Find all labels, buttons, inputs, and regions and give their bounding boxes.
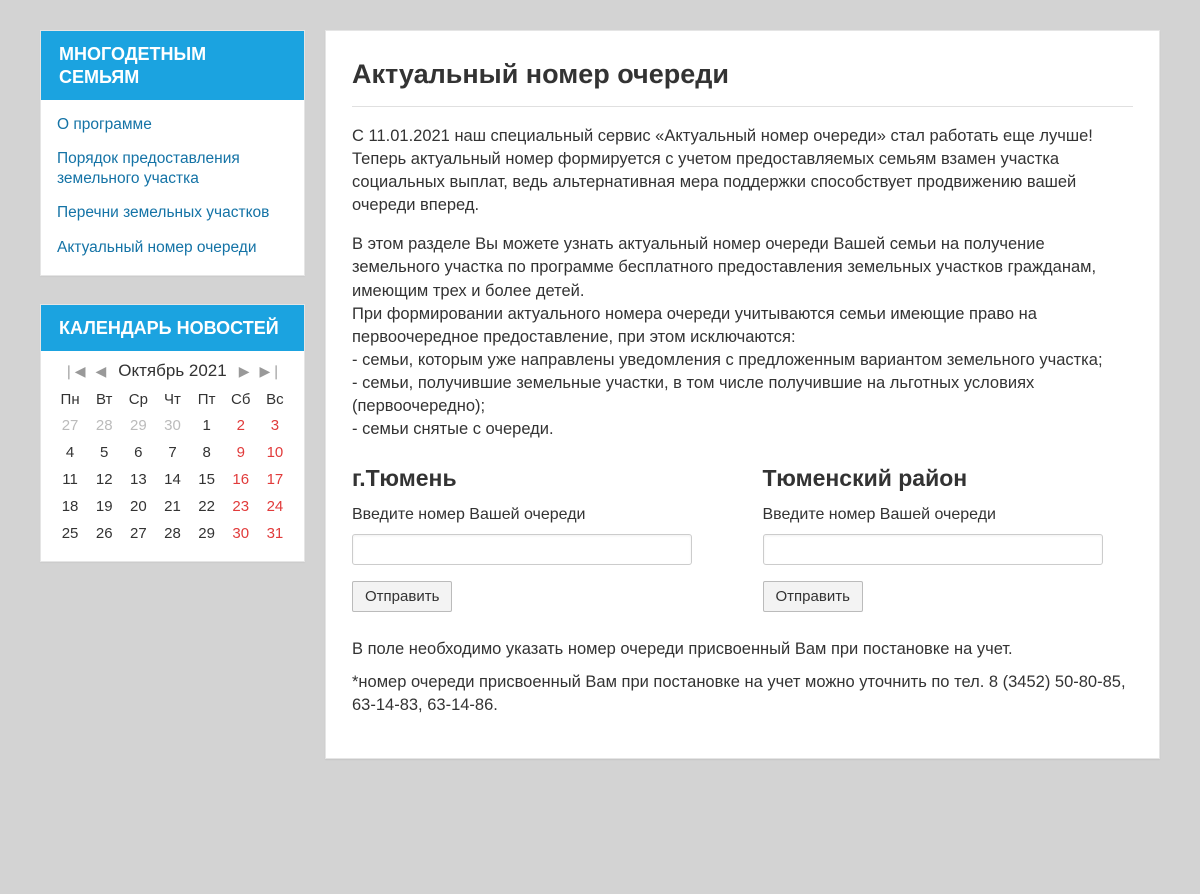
footnote-contact: *номер очереди присвоенный Вам при поста… xyxy=(352,671,1133,717)
calendar-day[interactable]: 28 xyxy=(155,520,189,547)
sidebar-item-procedure[interactable]: Порядок предоставления земельного участк… xyxy=(57,149,288,189)
calendar-day[interactable]: 11 xyxy=(53,466,87,493)
queue-input-district[interactable] xyxy=(763,534,1103,565)
calendar-day[interactable]: 27 xyxy=(121,520,155,547)
calendar-day[interactable]: 30 xyxy=(224,520,258,547)
sidebar-menu-list: О программе Порядок предоставления земел… xyxy=(41,100,304,275)
calendar-day[interactable]: 25 xyxy=(53,520,87,547)
calendar-prev-month-icon[interactable]: ◀ xyxy=(94,363,109,380)
calendar-day[interactable]: 7 xyxy=(155,439,189,466)
calendar-weekday: Пн xyxy=(53,387,87,412)
calendar-day[interactable]: 29 xyxy=(121,412,155,439)
calendar-day[interactable]: 1 xyxy=(190,412,224,439)
calendar-title: КАЛЕНДАРЬ НОВОСТЕЙ xyxy=(41,305,304,352)
calendar-weekday: Вс xyxy=(258,387,292,412)
submit-button-tyumen[interactable]: Отправить xyxy=(352,581,452,612)
calendar-day[interactable]: 13 xyxy=(121,466,155,493)
form-label-tyumen: Введите номер Вашей очереди xyxy=(352,506,723,524)
calendar-day[interactable]: 4 xyxy=(53,439,87,466)
form-heading-tyumen: г.Тюмень xyxy=(352,465,723,492)
calendar-month-label: Октябрь 2021 xyxy=(118,361,226,381)
calendar-grid: ПнВтСрЧтПтСбВс 2728293012345678910111213… xyxy=(53,387,292,547)
intro-paragraph-2: В этом разделе Вы можете узнать актуальн… xyxy=(352,233,1133,441)
calendar-weekday: Ср xyxy=(121,387,155,412)
calendar-day[interactable]: 6 xyxy=(121,439,155,466)
calendar-day[interactable]: 26 xyxy=(87,520,121,547)
calendar-day[interactable]: 21 xyxy=(155,493,189,520)
calendar-day[interactable]: 2 xyxy=(224,412,258,439)
calendar-day[interactable]: 22 xyxy=(190,493,224,520)
calendar-day[interactable]: 17 xyxy=(258,466,292,493)
calendar-weekday: Сб xyxy=(224,387,258,412)
sidebar-menu-title: МНОГОДЕТНЫМ СЕМЬЯМ xyxy=(41,31,304,100)
divider xyxy=(352,106,1133,107)
calendar-day[interactable]: 15 xyxy=(190,466,224,493)
calendar-weekday: Чт xyxy=(155,387,189,412)
footnote-instruction: В поле необходимо указать номер очереди … xyxy=(352,638,1133,661)
queue-form-tyumen: г.Тюмень Введите номер Вашей очереди Отп… xyxy=(352,465,723,612)
calendar-day[interactable]: 12 xyxy=(87,466,121,493)
page-title: Актуальный номер очереди xyxy=(352,59,1133,90)
calendar-weekday: Вт xyxy=(87,387,121,412)
calendar-day[interactable]: 18 xyxy=(53,493,87,520)
sidebar-item-queue[interactable]: Актуальный номер очереди xyxy=(57,238,288,258)
form-heading-district: Тюменский район xyxy=(763,465,1134,492)
calendar-next-month-icon[interactable]: ▶ xyxy=(237,363,252,380)
queue-form-district: Тюменский район Введите номер Вашей очер… xyxy=(763,465,1134,612)
calendar-weekday: Пт xyxy=(190,387,224,412)
calendar-day[interactable]: 5 xyxy=(87,439,121,466)
calendar-nav: ❘◀ ◀ Октябрь 2021 ▶ ▶❘ xyxy=(53,361,292,381)
calendar-day[interactable]: 16 xyxy=(224,466,258,493)
calendar-day[interactable]: 23 xyxy=(224,493,258,520)
calendar-day[interactable]: 30 xyxy=(155,412,189,439)
calendar-day[interactable]: 10 xyxy=(258,439,292,466)
sidebar-item-about[interactable]: О программе xyxy=(57,115,288,135)
calendar-day[interactable]: 24 xyxy=(258,493,292,520)
calendar-day[interactable]: 14 xyxy=(155,466,189,493)
calendar-day[interactable]: 9 xyxy=(224,439,258,466)
calendar-day[interactable]: 8 xyxy=(190,439,224,466)
calendar-day[interactable]: 19 xyxy=(87,493,121,520)
intro-paragraph-1: С 11.01.2021 наш специальный сервис «Акт… xyxy=(352,125,1133,217)
calendar-day[interactable]: 20 xyxy=(121,493,155,520)
calendar-day[interactable]: 31 xyxy=(258,520,292,547)
sidebar-item-lists[interactable]: Перечни земельных участков xyxy=(57,203,288,223)
calendar-day[interactable]: 27 xyxy=(53,412,87,439)
queue-input-tyumen[interactable] xyxy=(352,534,692,565)
calendar-prev-year-icon[interactable]: ❘◀ xyxy=(61,363,88,380)
sidebar-menu-panel: МНОГОДЕТНЫМ СЕМЬЯМ О программе Порядок п… xyxy=(40,30,305,276)
main-content: Актуальный номер очереди С 11.01.2021 на… xyxy=(325,30,1160,759)
calendar-day[interactable]: 29 xyxy=(190,520,224,547)
calendar-panel: КАЛЕНДАРЬ НОВОСТЕЙ ❘◀ ◀ Октябрь 2021 ▶ ▶… xyxy=(40,304,305,563)
form-label-district: Введите номер Вашей очереди xyxy=(763,506,1134,524)
calendar-next-year-icon[interactable]: ▶❘ xyxy=(258,363,285,380)
submit-button-district[interactable]: Отправить xyxy=(763,581,863,612)
calendar-day[interactable]: 3 xyxy=(258,412,292,439)
calendar-day[interactable]: 28 xyxy=(87,412,121,439)
